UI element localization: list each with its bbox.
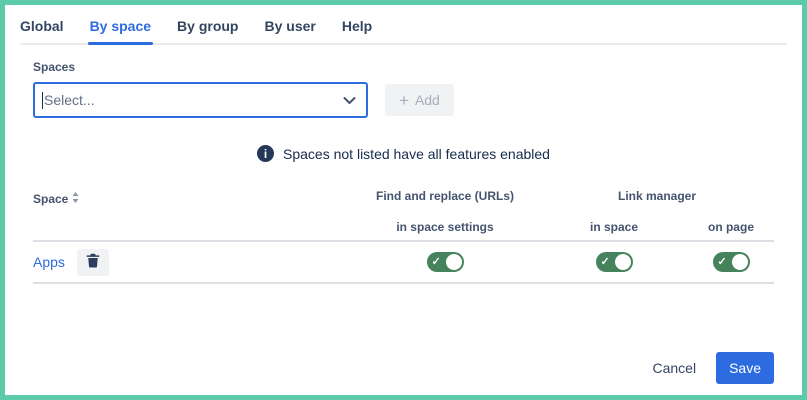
features-table-header: Space Find and replace (URLs) Link manag… <box>33 186 774 242</box>
trash-icon <box>86 253 100 271</box>
spaces-form: Spaces Select... + Add <box>33 60 774 118</box>
spaces-select[interactable]: Select... <box>33 82 368 118</box>
column-group-link-manager: Link manager <box>540 186 774 212</box>
column-header-space[interactable]: Space <box>33 186 350 212</box>
toggle-knob <box>446 254 462 270</box>
column-header-on-page: on page <box>688 212 774 238</box>
column-header-in-space: in space <box>540 212 688 238</box>
toggle-in-space[interactable]: ✓ <box>596 252 633 272</box>
cancel-button[interactable]: Cancel <box>640 353 708 383</box>
space-link-apps[interactable]: Apps <box>33 254 65 270</box>
toggle-knob <box>732 254 748 270</box>
check-icon: ✓ <box>601 255 610 268</box>
add-button[interactable]: + Add <box>385 84 454 116</box>
tab-bar: Global By space By group By user Help <box>20 5 787 45</box>
footer-actions: Cancel Save <box>640 352 774 384</box>
delete-space-button[interactable] <box>77 249 109 276</box>
tab-global[interactable]: Global <box>20 18 64 43</box>
check-icon: ✓ <box>718 255 727 268</box>
column-header-in-space-settings: in space settings <box>350 212 540 238</box>
toggle-on-page[interactable]: ✓ <box>713 252 750 272</box>
tab-by-group[interactable]: By group <box>177 18 238 43</box>
table-row: Apps ✓ ✓ <box>33 242 774 284</box>
spaces-select-placeholder: Select... <box>44 92 343 108</box>
toggle-in-space-settings[interactable]: ✓ <box>427 252 464 272</box>
add-button-label: Add <box>415 92 440 108</box>
info-icon: i <box>257 145 274 162</box>
tab-by-space[interactable]: By space <box>90 18 151 43</box>
plus-icon: + <box>399 92 409 109</box>
column-group-find-replace: Find and replace (URLs) <box>350 186 540 212</box>
tab-by-user[interactable]: By user <box>265 18 316 43</box>
spaces-label: Spaces <box>33 60 774 74</box>
info-banner: i Spaces not listed have all features en… <box>5 145 802 162</box>
settings-panel: Global By space By group By user Help Sp… <box>0 0 807 400</box>
text-caret <box>42 92 43 109</box>
check-icon: ✓ <box>432 255 441 268</box>
info-banner-text: Spaces not listed have all features enab… <box>283 146 550 162</box>
chevron-down-icon <box>343 96 356 105</box>
toggle-knob <box>615 254 631 270</box>
sort-icon <box>72 192 79 206</box>
features-table: Space Find and replace (URLs) Link manag… <box>33 186 774 284</box>
tab-help[interactable]: Help <box>342 18 372 43</box>
save-button[interactable]: Save <box>716 352 774 384</box>
